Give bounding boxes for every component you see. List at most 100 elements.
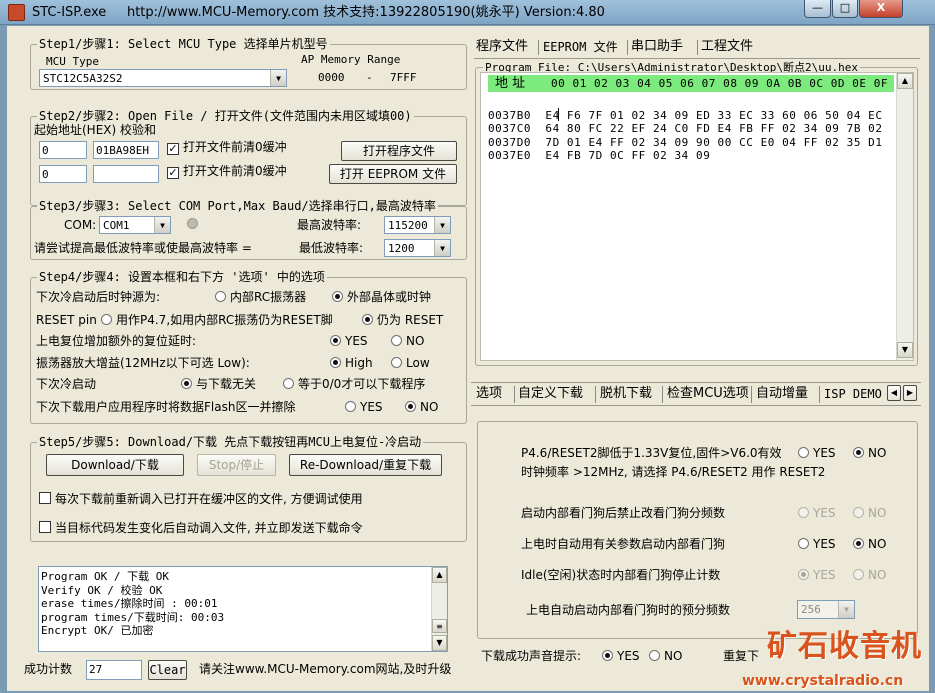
osc-gain-label: 振荡器放大增益(12MHz以下可选 Low): <box>36 356 250 370</box>
idle-wdt-no-radio[interactable]: NO <box>853 569 886 581</box>
tab-auto-increment[interactable]: 自动增量 <box>756 387 808 400</box>
mcu-type-label: MCU Type <box>46 55 99 68</box>
reset-keep-radio[interactable]: 仍为 RESET <box>362 314 443 326</box>
clock-external-radio[interactable]: 外部晶体或时钟 <box>332 291 431 303</box>
com-port-select[interactable]: COM1 ▼ <box>99 216 171 234</box>
wdt-auto-yes-radio[interactable]: YES <box>798 538 836 550</box>
checkbox-unchecked-icon <box>39 521 51 533</box>
hex-column-header: 00 01 02 03 04 05 06 07 08 09 0A 0B 0C 0… <box>551 77 889 90</box>
chevron-down-icon: ▼ <box>434 217 450 233</box>
scroll-up-icon[interactable]: ▲ <box>897 73 913 89</box>
min-baud-select[interactable]: 1200 ▼ <box>384 239 451 257</box>
scroll-up-icon[interactable]: ▲ <box>432 567 447 583</box>
auto-reload-label: 当目标代码发生变化后自动调入文件, 并立即发送下载命令 <box>55 521 363 535</box>
tab-project-file[interactable]: 工程文件 <box>701 40 753 53</box>
log-line: Encrypt OK/ 已加密 <box>41 624 154 637</box>
hex-row-address: 0037E0 <box>488 148 532 162</box>
gain-high-radio[interactable]: High <box>330 357 373 369</box>
hex-row-address: 0037C0 <box>488 122 532 136</box>
idle-wdt-yes-radio[interactable]: YES <box>798 569 836 581</box>
hex-row-address: 0037D0 <box>488 135 532 149</box>
radio-icon <box>853 507 864 518</box>
tab-program-file[interactable]: 程序文件 <box>476 40 528 53</box>
mcu-type-value: STC12C5A32S2 <box>43 72 123 85</box>
redownload-button[interactable]: Re-Download/重复下载 <box>289 454 442 476</box>
reset-pin-label: RESET pin <box>36 313 97 327</box>
hex-row-bytes: E4 FB 7D 0C FF 02 34 09 <box>545 148 711 162</box>
sound-yes-radio[interactable]: YES <box>602 650 640 662</box>
erase-flash-yes-label: YES <box>360 400 383 414</box>
tab-separator <box>751 386 752 403</box>
p46-yes-radio[interactable]: YES <box>798 447 836 459</box>
scroll-down-icon[interactable]: ▼ <box>897 342 913 358</box>
hex-scrollbar[interactable]: ▲ ▼ <box>896 73 913 360</box>
reload-before-download-checkbox[interactable]: 每次下载前重新调入已打开在缓冲区的文件, 方便调试使用 <box>39 492 363 505</box>
ap-start: 0000 <box>318 71 345 84</box>
tab-separator <box>627 40 628 55</box>
tab-eeprom-file[interactable]: EEPROM 文件 <box>543 41 618 53</box>
reset-as-p47-radio[interactable]: 用作P4.7,如用内部RC振荡仍为RESET脚 <box>101 314 333 326</box>
tab-options[interactable]: 选项 <box>476 387 502 400</box>
scroll-thumb[interactable]: ≡ <box>432 619 447 633</box>
close-icon[interactable]: X <box>859 0 903 18</box>
wdt-auto-no-radio[interactable]: NO <box>853 538 886 550</box>
wdt-lock-no-label: NO <box>868 506 887 520</box>
p46-yes-label: YES <box>813 446 836 460</box>
sound-yes-label: YES <box>617 649 640 663</box>
eeprom-start-address-input[interactable]: 0 <box>39 165 87 183</box>
step2-legend: Step2/步骤2: Open File / 打开文件(文件范围内未用区域填00… <box>37 109 414 123</box>
gain-low-radio[interactable]: Low <box>391 357 430 369</box>
tab-isp-demo[interactable]: ISP DEMO <box>824 388 882 400</box>
p46-no-radio[interactable]: NO <box>853 447 886 459</box>
idle-wdt-yes-label: YES <box>813 568 836 582</box>
clear-buffer-checkbox-1[interactable]: ✓ 打开文件前清0缓冲 <box>167 141 287 155</box>
eeprom-checksum-field <box>93 165 159 183</box>
radio-icon <box>215 291 226 302</box>
reset-delay-yes-label: YES <box>345 334 368 348</box>
radio-selected-icon <box>330 335 341 346</box>
tab-custom-download[interactable]: 自定义下载 <box>518 387 583 400</box>
stop-button[interactable]: Stop/停止 <box>197 454 276 476</box>
sound-no-radio[interactable]: NO <box>649 650 682 662</box>
clock-internal-rc-radio[interactable]: 内部RC振荡器 <box>215 291 306 303</box>
text-cursor <box>558 108 559 121</box>
hex-viewer[interactable]: 地 址 00 01 02 03 04 05 06 07 08 09 0A 0B … <box>480 72 914 361</box>
download-button[interactable]: Download/下载 <box>46 454 184 476</box>
clear-count-button[interactable]: Clear <box>148 660 187 680</box>
wdt-lock-no-radio[interactable]: NO <box>853 507 886 519</box>
reset-delay-yes-radio[interactable]: YES <box>330 335 368 347</box>
log-scrollbar[interactable]: ▲ ≡ ▼ <box>431 567 447 651</box>
radio-icon <box>649 650 660 661</box>
radio-icon <box>798 447 809 458</box>
tab-check-mcu-options[interactable]: 检查MCU选项 <box>667 387 749 400</box>
wdt-lock-yes-radio[interactable]: YES <box>798 507 836 519</box>
open-program-file-button[interactable]: 打开程序文件 <box>341 141 457 161</box>
clear-buffer-checkbox-2[interactable]: ✓ 打开文件前清0缓冲 <box>167 165 287 179</box>
open-eeprom-file-button[interactable]: 打开 EEPROM 文件 <box>329 164 457 184</box>
log-output[interactable]: Program OK / 下载 OK Verify OK / 校验 OK era… <box>38 566 448 652</box>
program-start-address-input[interactable]: 0 <box>39 141 87 159</box>
auto-reload-checkbox[interactable]: 当目标代码发生变化后自动调入文件, 并立即发送下载命令 <box>39 521 363 534</box>
clear-buffer-label-1: 打开文件前清0缓冲 <box>183 140 287 154</box>
tab-serial-assistant[interactable]: 串口助手 <box>631 40 683 53</box>
reset-delay-no-radio[interactable]: NO <box>391 335 424 347</box>
radio-selected-icon <box>181 378 192 389</box>
success-count-field: 27 <box>86 660 142 680</box>
erase-flash-yes-radio[interactable]: YES <box>345 401 383 413</box>
minimize-icon[interactable]: — <box>804 0 831 18</box>
cold-start-unrelated-radio[interactable]: 与下载无关 <box>181 378 256 390</box>
wdt-prescale-value: 256 <box>801 603 821 616</box>
scroll-down-icon[interactable]: ▼ <box>432 635 447 651</box>
tab-offline-download[interactable]: 脱机下载 <box>600 387 652 400</box>
erase-flash-no-radio[interactable]: NO <box>405 401 438 413</box>
tab-scroll-right-icon[interactable]: ▶ <box>903 385 917 401</box>
radio-icon <box>853 569 864 580</box>
maximize-icon[interactable]: □ <box>832 0 858 18</box>
wdt-prescale-select[interactable]: 256 ▼ <box>797 600 855 619</box>
watermark-url: www.crystalradio.cn <box>742 673 904 689</box>
tab-scroll-left-icon[interactable]: ◀ <box>887 385 901 401</box>
mcu-type-select[interactable]: STC12C5A32S2 ▼ <box>39 69 287 87</box>
max-baud-select[interactable]: 115200 ▼ <box>384 216 451 234</box>
cold-start-p00-radio[interactable]: 等于0/0才可以下载程序 <box>283 378 425 390</box>
wdt-lock-prescale-label: 启动内部看门狗后禁止改看门狗分频数 <box>521 506 726 520</box>
